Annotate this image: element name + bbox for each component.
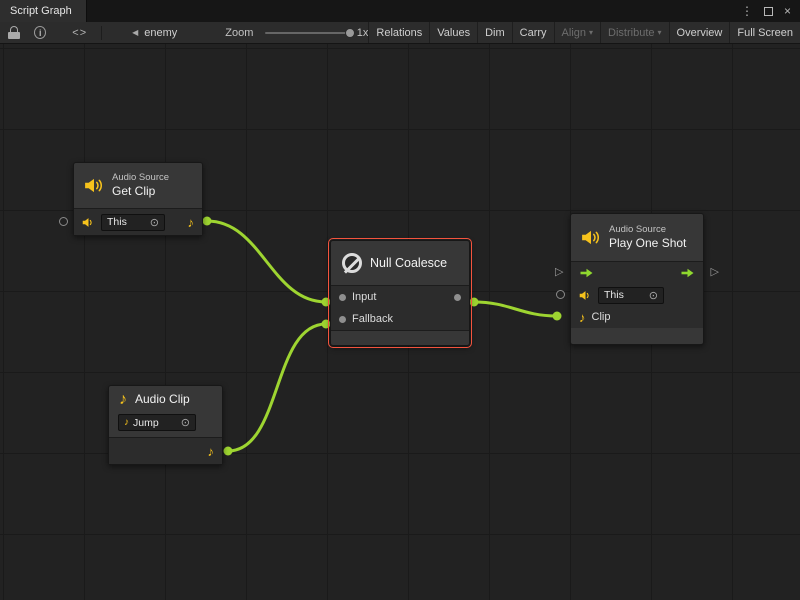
wire-coalesce-to-clip[interactable]: [470, 298, 562, 321]
node-play-one-shot[interactable]: Audio Source Play One Shot: [570, 213, 704, 345]
node-footer: [571, 328, 703, 344]
audio-source-icon: [581, 229, 601, 246]
tab-bar-spacer: [87, 0, 732, 22]
align-caret-icon: ▾: [589, 28, 593, 37]
clip-port-icon[interactable]: ♪: [579, 311, 586, 324]
script-graph-window: Script Graph ⋮ × i <> ◀ enemy Zoom 1x Re…: [0, 0, 800, 600]
distribute-button[interactable]: Distribute ▾: [600, 22, 668, 43]
toolbar-buttons: Relations Values Dim Carry Align ▾ Distr…: [368, 22, 800, 43]
tab-bar: Script Graph ⋮ ×: [0, 0, 800, 22]
fallback-port[interactable]: [339, 316, 346, 323]
window-menu-icon[interactable]: ⋮: [741, 5, 753, 17]
speaker-icon: [579, 290, 592, 301]
zoom-value: 1x: [357, 27, 369, 39]
result-port[interactable]: [454, 294, 461, 301]
graph-toolbar: i <> ◀ enemy Zoom 1x Relations Values Di…: [0, 22, 800, 44]
audio-clip-value-field[interactable]: ♪ Jump ⊙: [118, 414, 196, 431]
flow-output-arrow-icon[interactable]: [680, 268, 695, 278]
speaker-icon: [82, 217, 95, 228]
audio-source-icon: [84, 177, 104, 194]
play-one-shot-target-port[interactable]: [556, 290, 565, 299]
play-one-shot-target-field[interactable]: This ⊙: [598, 287, 664, 304]
tab-title: Script Graph: [10, 5, 72, 17]
close-icon[interactable]: ×: [784, 5, 791, 17]
toolbar-separator: [101, 26, 102, 40]
maximize-icon[interactable]: [764, 7, 773, 16]
graph-canvas[interactable]: Audio Source Get Clip This ⊙ ♪: [0, 44, 800, 600]
null-coalesce-icon: [342, 253, 362, 273]
object-picker-icon[interactable]: ⊙: [181, 416, 190, 429]
audio-clip-icon: ♪: [119, 392, 127, 408]
wire-audioclip-to-fallback[interactable]: [224, 320, 331, 456]
get-clip-header[interactable]: Audio Source Get Clip: [74, 163, 202, 208]
object-picker-icon[interactable]: ⊙: [649, 289, 658, 302]
full-screen-button[interactable]: Full Screen: [729, 22, 800, 43]
node-null-coalesce[interactable]: Null Coalesce Input Fallback: [330, 240, 470, 346]
play-one-shot-header[interactable]: Audio Source Play One Shot: [571, 214, 703, 261]
values-button[interactable]: Values: [429, 22, 477, 43]
graph-breadcrumb[interactable]: ◀ enemy: [132, 27, 177, 39]
lock-icon[interactable]: [8, 26, 19, 40]
audio-clip-header[interactable]: ♪ Audio Clip: [109, 386, 222, 414]
input-port[interactable]: [339, 294, 346, 301]
breadcrumb-arrow-icon: ◀: [132, 28, 138, 37]
flow-input-port[interactable]: ▷: [555, 267, 563, 278]
graph-name: enemy: [144, 27, 177, 39]
zoom-slider-track[interactable]: [265, 32, 348, 34]
wire-getclip-to-input[interactable]: [203, 217, 331, 307]
audio-clip-title: Audio Clip: [135, 392, 190, 408]
get-clip-target-port[interactable]: [59, 217, 68, 226]
zoom-label: Zoom: [225, 27, 253, 39]
dim-button[interactable]: Dim: [477, 22, 512, 43]
node-footer: [331, 331, 469, 341]
null-coalesce-title: Null Coalesce: [370, 255, 447, 271]
info-icon[interactable]: i: [34, 26, 46, 39]
node-audio-clip[interactable]: ♪ Audio Clip ♪ Jump ⊙ ♪: [108, 385, 223, 465]
lock-body: [8, 32, 20, 39]
get-clip-title: Get Clip: [112, 184, 169, 200]
code-icon[interactable]: <>: [72, 27, 87, 39]
zoom-slider-handle[interactable]: [345, 28, 355, 38]
zoom-slider[interactable]: [265, 26, 348, 40]
get-clip-category: Audio Source: [112, 172, 169, 184]
flow-output-port[interactable]: ▷: [711, 267, 719, 278]
get-clip-target-field[interactable]: This ⊙: [101, 214, 165, 231]
null-coalesce-header[interactable]: Null Coalesce: [331, 241, 469, 285]
audio-clip-output-port[interactable]: ♪: [208, 445, 215, 458]
clip-field-icon: ♪: [124, 418, 129, 428]
object-picker-icon[interactable]: ⊙: [150, 216, 159, 229]
distribute-caret-icon: ▾: [658, 28, 662, 37]
get-clip-target-value: This: [107, 216, 127, 228]
flow-input-arrow-icon[interactable]: [579, 268, 594, 278]
play-one-shot-title: Play One Shot: [609, 236, 686, 252]
play-one-shot-target-value: This: [604, 289, 624, 301]
tab-script-graph[interactable]: Script Graph: [0, 0, 87, 22]
overview-button[interactable]: Overview: [669, 22, 730, 43]
input-port-label: Input: [352, 291, 376, 303]
align-button[interactable]: Align ▾: [554, 22, 600, 43]
clip-port-label: Clip: [592, 311, 611, 323]
node-get-clip[interactable]: Audio Source Get Clip This ⊙ ♪: [73, 162, 203, 236]
audio-clip-value: Jump: [133, 417, 159, 429]
fallback-port-label: Fallback: [352, 313, 393, 325]
relations-button[interactable]: Relations: [368, 22, 429, 43]
carry-button[interactable]: Carry: [512, 22, 554, 43]
play-one-shot-category: Audio Source: [609, 224, 686, 236]
get-clip-output-port[interactable]: ♪: [188, 216, 195, 229]
